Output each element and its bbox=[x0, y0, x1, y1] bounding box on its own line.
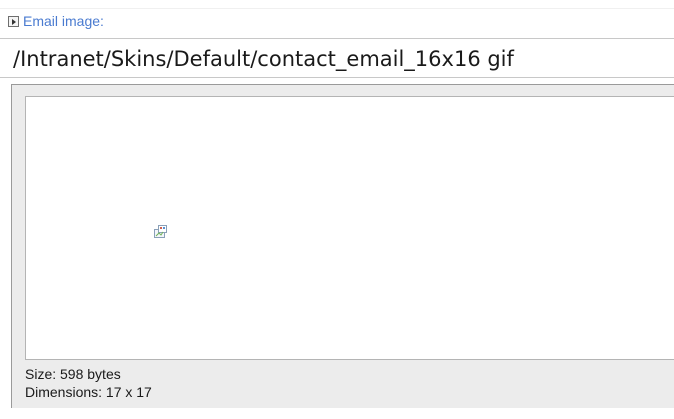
image-path-value: /Intranet/Skins/Default/contact_email_16… bbox=[13, 47, 514, 71]
broken-image-icon bbox=[154, 225, 167, 238]
expand-arrow-icon[interactable] bbox=[8, 15, 19, 27]
image-size-text: Size: 598 bytes bbox=[25, 366, 121, 382]
image-preview-frame: Size: 598 bytes Dimensions: 17 x 17 bbox=[11, 84, 674, 408]
image-field-panel: Email image: /Intranet/Skins/Default/con… bbox=[0, 0, 674, 419]
top-divider bbox=[0, 8, 674, 9]
image-dimensions-text: Dimensions: 17 x 17 bbox=[25, 384, 152, 400]
field-header[interactable]: Email image: bbox=[8, 11, 104, 31]
image-preview-area bbox=[25, 96, 674, 360]
image-info: Size: 598 bytes Dimensions: 17 x 17 bbox=[25, 365, 152, 401]
image-path-field[interactable]: /Intranet/Skins/Default/contact_email_16… bbox=[0, 38, 674, 78]
field-label[interactable]: Email image: bbox=[23, 11, 104, 31]
